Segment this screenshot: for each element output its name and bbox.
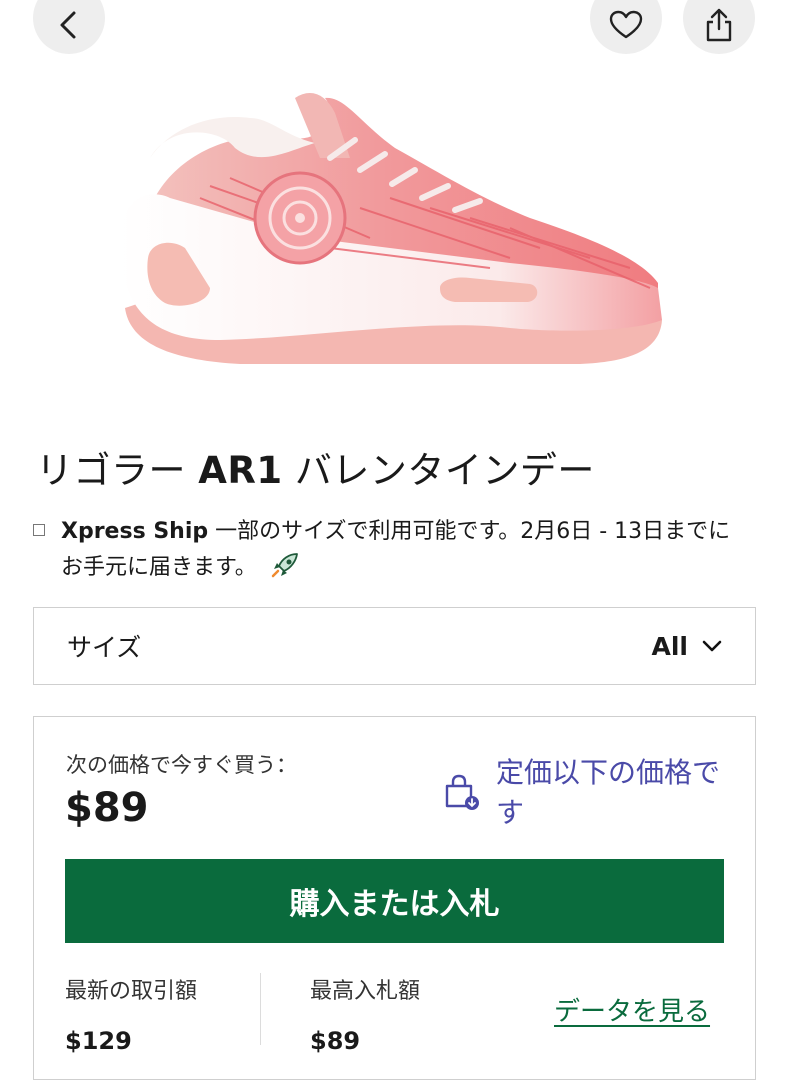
shopping-bag-icon (445, 774, 479, 810)
buy-or-bid-button[interactable]: 購入または入札 (65, 859, 724, 943)
highest-bid-label: 最高入札額 (310, 979, 421, 1004)
size-value: All (651, 631, 689, 661)
chevron-left-icon (60, 11, 76, 39)
product-image[interactable] (110, 88, 680, 383)
below-retail-notice: 定価以下の価格です (442, 753, 726, 833)
rocket-icon (271, 552, 299, 590)
favorite-button[interactable] (590, 0, 662, 54)
shipping-info: Xpress Ship 一部のサイズで利用可能です。2月6日 - 13日までに … (33, 514, 768, 590)
title-prefix: リゴラー (36, 449, 199, 492)
size-label: サイズ (67, 633, 142, 662)
buy-now-price: $89 (65, 785, 149, 831)
last-sale: 最新の取引額 $129 (65, 973, 197, 1055)
heart-icon (609, 10, 643, 39)
product-title: リゴラー AR1 バレンタインデー (36, 440, 595, 494)
last-sale-value: $129 (65, 1027, 132, 1055)
title-model: AR1 (198, 449, 283, 492)
shipping-text-line1: 一部のサイズで利用可能です。2月6日 - 13日までに (208, 519, 731, 544)
view-data-link[interactable]: データを見る (554, 991, 710, 1028)
share-button[interactable] (683, 0, 755, 54)
size-selector[interactable]: サイズ All (33, 607, 756, 685)
highest-bid-value: $89 (310, 1027, 361, 1055)
shipping-text-line2: お手元に届きます。 (61, 555, 257, 580)
highest-bid: 最高入札額 $89 (310, 973, 420, 1055)
title-suffix: バレンタインデー (282, 449, 595, 492)
checkbox-icon (33, 524, 45, 536)
share-icon (706, 8, 732, 42)
below-retail-text: 定価以下の価格です (496, 756, 721, 829)
shipping-brand: Xpress Ship (61, 519, 209, 544)
buy-panel: 次の価格で今すぐ買う： $89 定価以下の価格です 購入または入札 最新の取引額… (33, 716, 756, 1080)
chevron-down-icon (702, 640, 722, 652)
divider (260, 973, 261, 1045)
back-button[interactable] (33, 0, 105, 54)
buy-now-label: 次の価格で今すぐ買う： (66, 753, 297, 777)
last-sale-label: 最新の取引額 (65, 979, 198, 1004)
